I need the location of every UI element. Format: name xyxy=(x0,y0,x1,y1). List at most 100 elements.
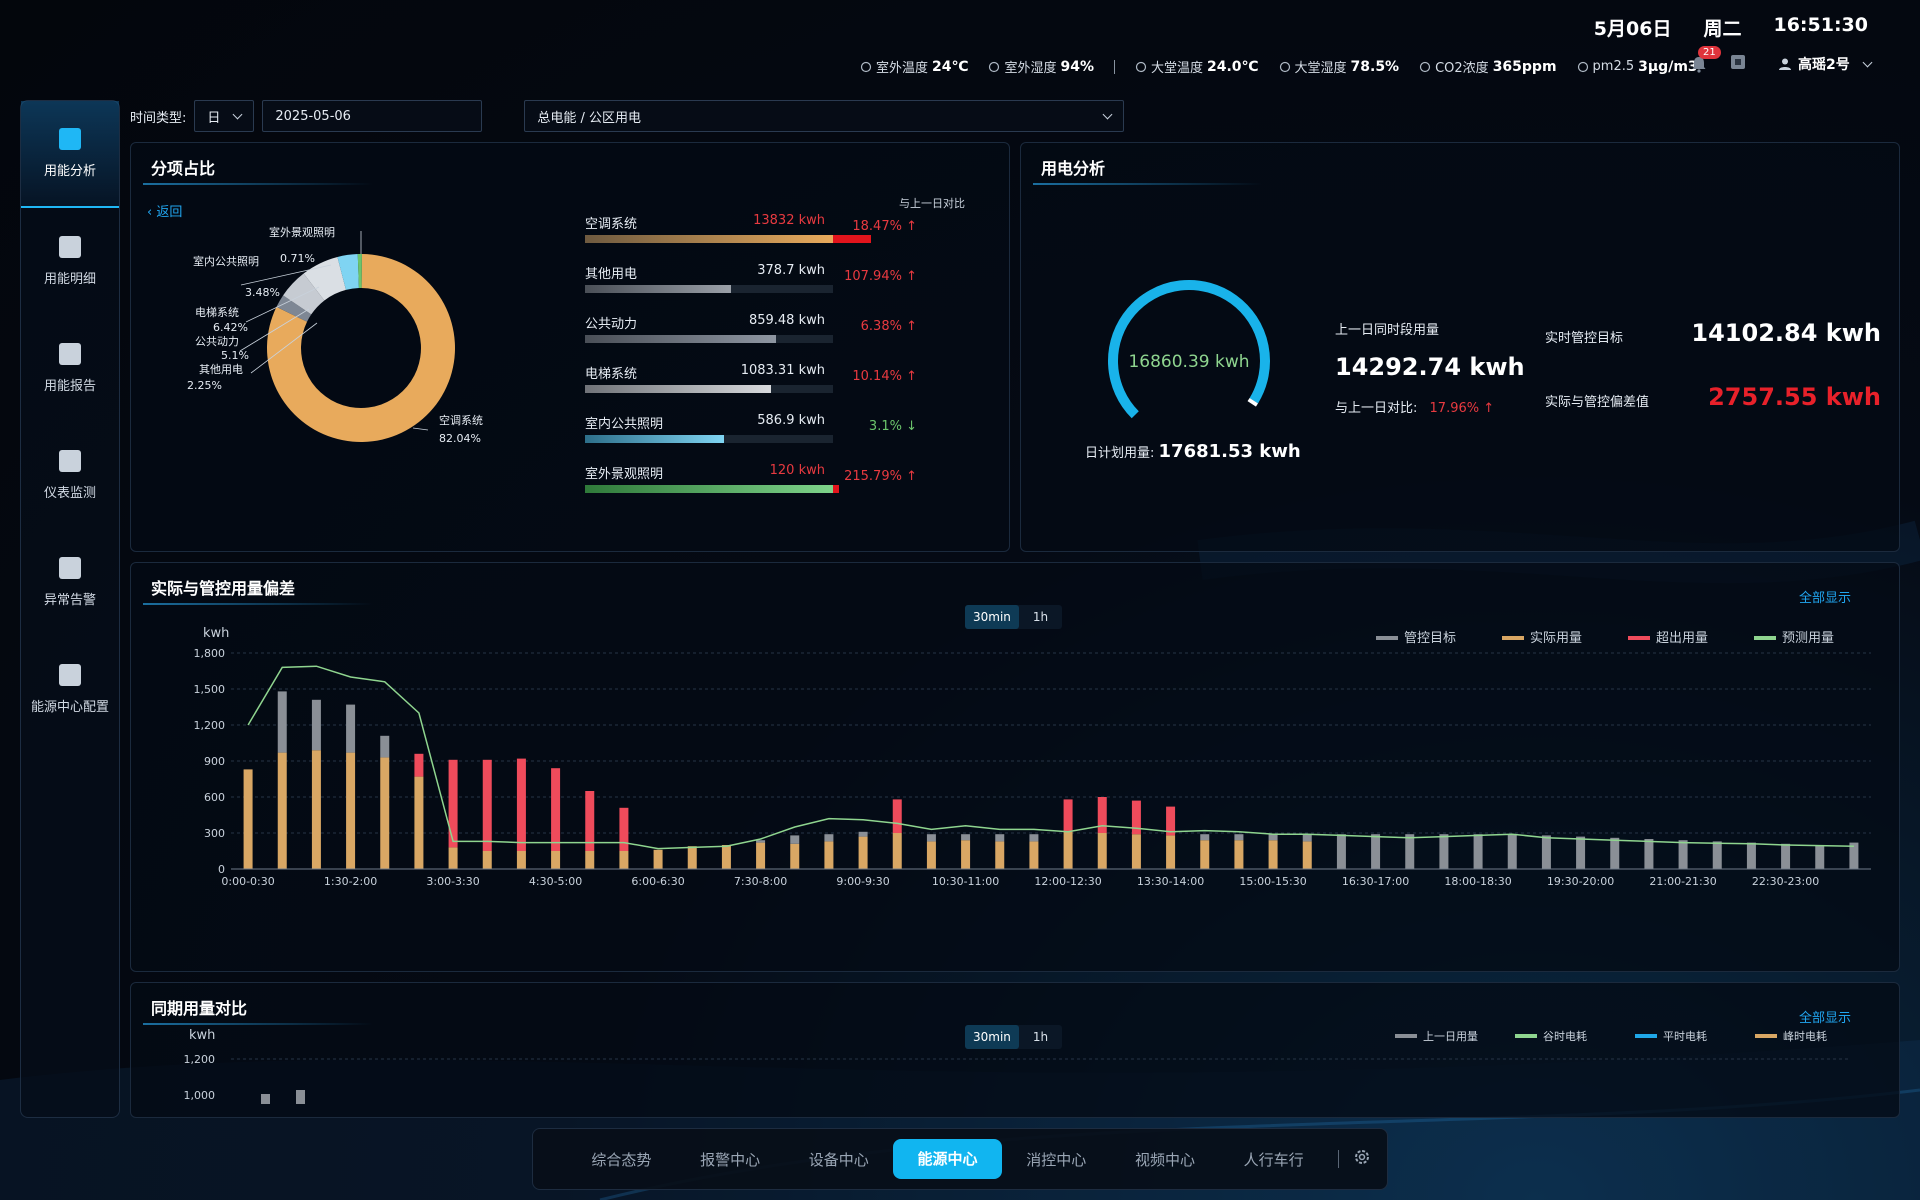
legend-swatch xyxy=(1395,1034,1417,1038)
env-value: 24℃ xyxy=(932,58,969,75)
time-type-value: 日 xyxy=(207,110,221,126)
date-picker[interactable]: 2025-05-06 xyxy=(262,100,483,132)
x-tick-label: 7:30-8:00 xyxy=(734,875,787,888)
bar-target xyxy=(858,831,868,837)
legend-swatch xyxy=(1754,636,1776,640)
env-item: 室外湿度 94% xyxy=(988,57,1094,76)
notification-bell-icon[interactable]: 21 xyxy=(1690,46,1721,73)
deviation-bar-chart: kwh03006009001,2001,5001,8000:00-0:30 1:3… xyxy=(194,626,1871,888)
arrow-up-icon: ↑ xyxy=(906,319,917,334)
cloud-icon xyxy=(1577,61,1588,72)
bar-actual xyxy=(277,752,287,869)
document-icon xyxy=(59,236,81,258)
bar-overflow xyxy=(892,799,902,833)
item-bar-fill xyxy=(585,485,833,493)
bar-target xyxy=(380,735,390,758)
bottom-nav-item[interactable]: 消控中心 xyxy=(1002,1149,1111,1170)
back-button[interactable]: ‹ 返回 xyxy=(147,201,182,220)
sidebar-item[interactable]: 用能明细 xyxy=(21,208,119,315)
bottom-nav-item[interactable]: 能源中心 xyxy=(893,1139,1002,1179)
bar-previous xyxy=(261,1094,270,1104)
panel-title: 实际与管控用量偏差 xyxy=(151,579,296,598)
share-bar-list: 空调系统 13832 kwh 18.47% ↑ 其他用电 378.7 kwh 107.94… xyxy=(585,213,945,513)
prev-label: 上一日同时段用量 xyxy=(1335,323,1440,338)
bar-actual xyxy=(1234,840,1244,869)
user-menu[interactable]: 高瑶2号 xyxy=(1778,54,1873,74)
gauge-chart: 16860.39 kwh xyxy=(1108,280,1270,419)
plan-label-text: 日计划用量: xyxy=(1085,446,1155,461)
legend-label[interactable]: 上一日用量 xyxy=(1423,1030,1478,1043)
filter-bar: 时间类型: 日 2025-05-06 总电能 / 公区用电 xyxy=(130,100,1125,132)
item-name: 公共动力 xyxy=(585,317,638,332)
share-item-row: 空调系统 13832 kwh 18.47% ↑ xyxy=(585,213,945,263)
legend-label[interactable]: 管控目标 xyxy=(1404,631,1456,646)
item-value: 378.7 kwh xyxy=(757,263,825,278)
donut-label-pct: 6.42% xyxy=(213,321,248,334)
item-bar-fill xyxy=(585,385,771,393)
sidebar-item-label: 用能报告 xyxy=(43,379,96,394)
bar-chart-icon xyxy=(59,128,81,150)
droplet-icon xyxy=(1279,61,1290,72)
x-tick-label: 4:30-5:00 xyxy=(529,875,582,888)
x-tick-label: 10:30-11:00 xyxy=(932,875,999,888)
share-donut-chart: 室外景观照明 0.71% 室内公共照明 3.48% 电梯系统 6.42%公共动力5.1%其… xyxy=(187,225,483,445)
legend-label[interactable]: 实际用量 xyxy=(1530,631,1582,646)
chevron-down-icon xyxy=(1862,57,1873,67)
legend-label[interactable]: 超出用量 xyxy=(1656,631,1708,646)
sidebar-item-label: 用能分析 xyxy=(43,164,96,179)
share-item-row: 室内公共照明 586.9 kwh 3.1% ↓ xyxy=(585,413,945,463)
env-value: 24.0℃ xyxy=(1207,58,1259,75)
item-name: 其他用电 xyxy=(585,267,638,282)
divider xyxy=(1113,59,1115,74)
bottom-nav-item[interactable]: 综合态势 xyxy=(567,1149,676,1170)
bar-actual xyxy=(1131,834,1141,869)
bar-actual xyxy=(1268,840,1278,869)
env-item: 大堂湿度 78.5% xyxy=(1279,57,1399,76)
sidebar-item[interactable]: 仪表监测 xyxy=(21,422,119,529)
bar-overflow xyxy=(448,759,458,848)
bottom-nav-item[interactable]: 报警中心 xyxy=(676,1149,785,1170)
y-tick-label: 300 xyxy=(204,827,225,840)
bar-actual xyxy=(926,841,936,869)
item-name: 电梯系统 xyxy=(585,367,638,382)
share-panel: 分项占比 ‹ 返回 室外景观照明 0.71% 室内公共照明 3.48% 电梯系统 6.42… xyxy=(130,142,1010,552)
bottom-nav-item[interactable]: 人行车行 xyxy=(1219,1149,1328,1170)
sidebar-item[interactable]: 能源中心配置 xyxy=(21,636,119,743)
y-tick-label: 600 xyxy=(204,791,225,804)
panel-title: 同期用量对比 xyxy=(151,999,248,1018)
environment-bar: 室外温度 24℃ 室外湿度 94% 大堂温度 24.0℃ 大堂湿度 78.5% CO2浓度 365… xyxy=(860,57,1698,76)
sidebar-item[interactable]: 异常告警 xyxy=(21,529,119,636)
bar-target xyxy=(1712,841,1722,869)
bottom-nav-item[interactable]: 设备中心 xyxy=(784,1149,893,1170)
gear-icon[interactable] xyxy=(1353,1148,1371,1170)
bell-icon xyxy=(59,557,81,579)
donut-label-pct: 2.25% xyxy=(187,379,222,392)
bar-target xyxy=(1507,834,1517,869)
legend-label[interactable]: 预测用量 xyxy=(1782,631,1834,646)
legend-label[interactable]: 平时电耗 xyxy=(1663,1030,1707,1043)
bottom-nav-item[interactable]: 视频中心 xyxy=(1111,1149,1220,1170)
bar-actual xyxy=(482,851,492,869)
item-value: 859.48 kwh xyxy=(748,313,825,328)
time-type-select[interactable]: 日 xyxy=(194,100,255,132)
compare-label: 与上一日对比: xyxy=(1335,401,1418,416)
scope-select[interactable]: 总电能 / 公区用电 xyxy=(524,100,1125,132)
bar-actual xyxy=(551,851,561,869)
legend-swatch xyxy=(1502,636,1524,640)
legend-label[interactable]: 谷时电耗 xyxy=(1543,1030,1587,1043)
sidebar-item[interactable]: 用能报告 xyxy=(21,315,119,422)
arrow-up-icon: ↑ xyxy=(906,269,917,284)
cube-icon xyxy=(59,664,81,686)
bar-actual xyxy=(653,849,663,869)
env-value: 365ppm xyxy=(1492,58,1557,75)
bar-target xyxy=(1473,834,1483,869)
env-item: 大堂温度 24.0℃ xyxy=(1135,57,1259,76)
settings-square-icon[interactable] xyxy=(1730,54,1746,74)
x-tick-label: 6:00-6:30 xyxy=(631,875,684,888)
bar-target xyxy=(1781,843,1791,869)
item-bar-track xyxy=(585,385,833,393)
thermometer-icon xyxy=(1135,61,1147,72)
sidebar-item[interactable]: 用能分析 xyxy=(21,101,119,208)
legend-label[interactable]: 峰时电耗 xyxy=(1783,1030,1827,1043)
x-tick-label: 3:00-3:30 xyxy=(426,875,479,888)
